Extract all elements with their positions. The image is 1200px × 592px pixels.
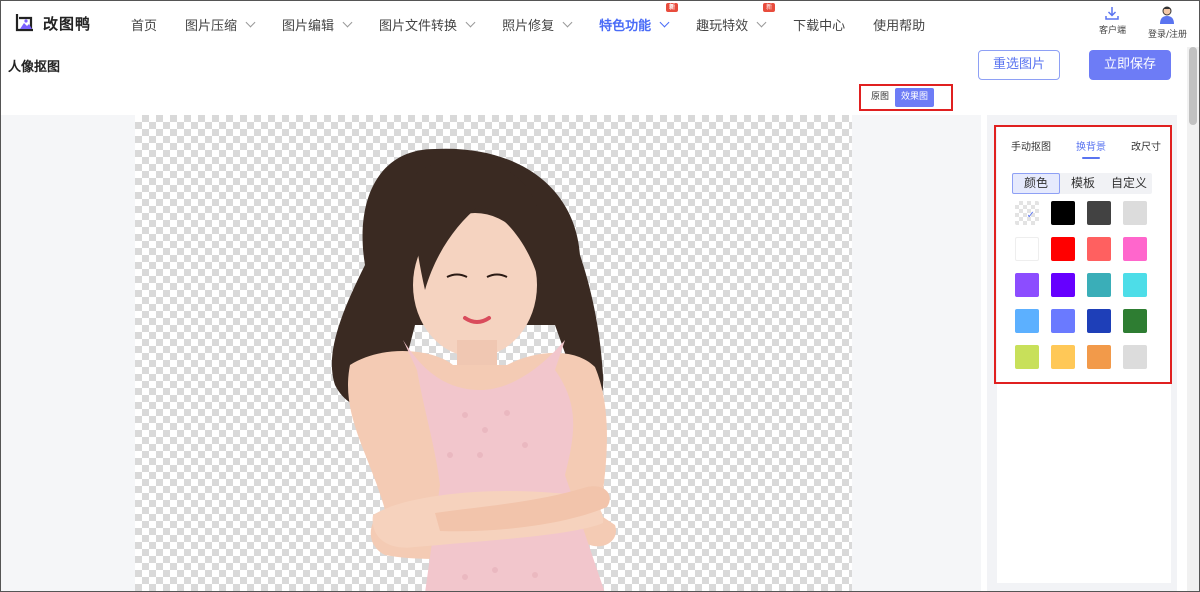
client-label: 客户端	[1098, 26, 1126, 36]
nav-item-2[interactable]: 图片编辑	[282, 15, 353, 34]
chevron-down-icon	[562, 17, 573, 27]
nav-item-1[interactable]: 图片压缩	[185, 15, 256, 34]
nav-item-label: 首页	[131, 18, 158, 34]
reselect-image-button[interactable]: 重选图片	[978, 50, 1060, 80]
panel-tab-2[interactable]: 改尺寸	[1131, 138, 1161, 153]
save-now-button[interactable]: 立即保存	[1089, 50, 1171, 80]
top-nav: 改图鸭 首页 图片压缩 图片编辑 图片文件转换 照片修复 特色功能 新趣玩特效 新下载中心 使用…	[1, 1, 1199, 47]
color-swatch[interactable]	[1051, 237, 1075, 261]
color-swatch[interactable]	[1087, 273, 1111, 297]
background-subtabs: 颜色 模板 自定义	[1012, 173, 1152, 194]
color-swatch[interactable]	[1051, 201, 1075, 225]
color-swatch-grid: ✓	[1015, 201, 1155, 369]
nav-item-label: 使用帮助	[873, 18, 926, 34]
color-swatch[interactable]	[1087, 309, 1111, 333]
logo-icon	[13, 12, 35, 34]
color-swatch[interactable]: ✓	[1015, 201, 1039, 225]
color-swatch[interactable]	[1123, 201, 1147, 225]
color-swatch[interactable]	[1015, 345, 1039, 369]
nav-item-8[interactable]: 使用帮助	[873, 15, 925, 34]
chevron-down-icon	[245, 17, 256, 27]
nav-item-4[interactable]: 照片修复	[502, 15, 573, 34]
client-download-button[interactable]: 客户端	[1099, 5, 1126, 40]
panel-tab-1[interactable]: 换背景	[1076, 138, 1106, 159]
nav-item-6[interactable]: 趣玩特效 新	[696, 2, 776, 34]
nav-item-0[interactable]: 首页	[131, 15, 157, 34]
new-badge: 新	[763, 2, 776, 12]
subtab-0[interactable]: 颜色	[1012, 173, 1060, 194]
logo[interactable]: 改图鸭	[13, 10, 91, 36]
new-badge: 新	[666, 2, 679, 12]
nav-item-3[interactable]: 图片文件转换	[379, 15, 476, 34]
avatar-icon	[1160, 6, 1175, 24]
login-button[interactable]: 登录/注册	[1148, 5, 1187, 40]
check-icon: ✓	[1026, 210, 1035, 221]
scrollbar-thumb[interactable]	[1189, 47, 1197, 125]
result-view-button[interactable]: 效果图	[895, 88, 935, 107]
login-label: 登录/注册	[1147, 30, 1187, 40]
nav-item-label: 图片压缩	[185, 18, 238, 34]
color-swatch[interactable]	[1051, 345, 1075, 369]
color-swatch[interactable]	[1123, 237, 1147, 261]
color-swatch[interactable]	[1087, 237, 1111, 261]
nav-item-label: 图片编辑	[282, 18, 335, 34]
nav-item-label: 趣玩特效	[696, 18, 749, 34]
color-swatch[interactable]	[1123, 273, 1147, 297]
nav-item-5[interactable]: 特色功能 新	[599, 2, 679, 34]
logo-text: 改图鸭	[43, 14, 92, 33]
color-swatch[interactable]	[1015, 273, 1039, 297]
chevron-down-icon	[465, 17, 476, 27]
app-window: 改图鸭 首页 图片压缩 图片编辑 图片文件转换 照片修复 特色功能 新趣玩特效 新下载中心 使用…	[0, 0, 1200, 592]
panel-tabs: 手动抠图 换背景 改尺寸	[1011, 138, 1161, 159]
color-swatch[interactable]	[1051, 309, 1075, 333]
nav-item-label: 照片修复	[502, 18, 555, 34]
panel-tab-0[interactable]: 手动抠图	[1011, 138, 1051, 153]
cutout-portrait-image	[135, 115, 852, 591]
color-swatch[interactable]	[1123, 309, 1147, 333]
color-swatch[interactable]	[1015, 237, 1039, 261]
color-swatch[interactable]	[1087, 345, 1111, 369]
nav-item-7[interactable]: 下载中心	[793, 15, 845, 34]
subtab-1[interactable]: 模板	[1060, 173, 1106, 194]
page-title: 人像抠图	[8, 60, 61, 75]
nav-tools: 客户端 登录/注册	[1077, 5, 1187, 40]
nav-item-label: 图片文件转换	[379, 18, 458, 34]
color-swatch[interactable]	[1123, 345, 1147, 369]
subtab-2[interactable]: 自定义	[1106, 173, 1152, 194]
nav-item-label: 下载中心	[793, 18, 846, 34]
chevron-down-icon	[342, 17, 353, 27]
color-swatch[interactable]	[1015, 309, 1039, 333]
chevron-down-icon	[659, 17, 670, 27]
main-menu: 首页 图片压缩 图片编辑 图片文件转换 照片修复 特色功能 新趣玩特效 新下载中心 使用帮助	[131, 1, 953, 47]
nav-item-label: 特色功能	[599, 18, 652, 34]
view-toggle: 原图 效果图	[865, 88, 935, 107]
page-scrollbar[interactable]	[1187, 47, 1199, 591]
chevron-down-icon	[756, 17, 767, 27]
download-icon	[1105, 7, 1120, 20]
color-swatch[interactable]	[1087, 201, 1111, 225]
color-swatch[interactable]	[1051, 273, 1075, 297]
original-view-button[interactable]: 原图	[865, 88, 895, 107]
view-toggle-highlight: 原图 效果图	[859, 84, 953, 111]
